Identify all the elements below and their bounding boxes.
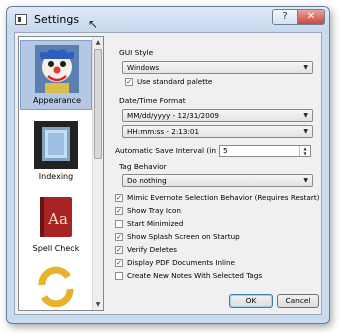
tag-behavior-dropdown[interactable]: Do nothing ▼ xyxy=(122,174,313,187)
time-format-dropdown[interactable]: HH:mm:ss - 2:13:01 ▼ xyxy=(122,125,313,138)
datetime-label: Date/Time Format xyxy=(119,96,186,105)
settings-window: Settings ? ✕ Appearance Indexing Aa Spel… xyxy=(6,6,330,324)
dialog-body: Appearance Indexing Aa Spell Check ▲ ▼ G… xyxy=(14,32,322,315)
sidebar-item-appearance[interactable]: Appearance xyxy=(20,40,92,110)
title-bar[interactable]: Settings ? ✕ xyxy=(7,7,329,32)
sidebar-item-spell-check[interactable]: Aa Spell Check xyxy=(20,189,92,259)
mouse-cursor-icon: ↖ xyxy=(88,17,99,31)
sidebar-item-indexing[interactable]: Indexing xyxy=(20,117,92,187)
chevron-down-icon: ▼ xyxy=(303,112,308,119)
window-title: Settings xyxy=(34,13,80,26)
close-button[interactable]: ✕ xyxy=(297,9,325,25)
option-label: Show Tray Icon xyxy=(127,206,181,215)
settings-category-list: Appearance Indexing Aa Spell Check ▲ ▼ xyxy=(18,36,104,311)
option-checkbox[interactable]: ✓ xyxy=(115,207,123,215)
dictionary-icon: Aa xyxy=(40,197,72,237)
option-checkbox[interactable]: ✓ xyxy=(115,194,123,202)
sidebar-item-label: Indexing xyxy=(38,172,74,181)
glass-tile-icon xyxy=(34,121,78,169)
use-palette-label: Use standard palette xyxy=(137,77,213,86)
clown-icon xyxy=(35,45,79,93)
sync-arrows-icon xyxy=(38,266,74,307)
ok-button[interactable]: OK xyxy=(229,294,273,308)
sidebar-item-label: Spell Check xyxy=(32,244,80,253)
option-label: Show Splash Screen on Startup xyxy=(127,232,240,241)
option-checkbox[interactable]: ✓ xyxy=(115,233,123,241)
option-checkbox[interactable] xyxy=(115,272,123,280)
option-checkbox[interactable]: ✓ xyxy=(115,246,123,254)
option-label: Create New Notes With Selected Tags xyxy=(127,271,263,280)
window-app-icon xyxy=(15,14,27,25)
gui-style-label: GUI Style xyxy=(119,48,154,57)
gui-style-value: Windows xyxy=(127,63,160,72)
spin-arrows-icon[interactable]: ▲ ▼ xyxy=(299,146,310,156)
option-label: Display PDF Documents Inline xyxy=(127,258,235,267)
gui-style-dropdown[interactable]: Windows ▼ xyxy=(122,61,313,74)
use-palette-checkbox[interactable]: ✓ xyxy=(125,78,133,86)
tag-behavior-value: Do nothing xyxy=(127,176,167,185)
tag-behavior-label: Tag Behavior xyxy=(119,162,167,171)
option-label: Mimic Evernote Selection Behavior (Requi… xyxy=(127,193,320,202)
sidebar-item-sync[interactable] xyxy=(20,255,92,310)
chevron-down-icon: ▼ xyxy=(303,128,308,135)
cancel-button[interactable]: Cancel xyxy=(277,294,319,308)
scroll-down-icon[interactable]: ▼ xyxy=(93,299,103,310)
chevron-down-icon: ▼ xyxy=(303,64,308,71)
sidebar-scrollbar[interactable]: ▲ ▼ xyxy=(92,37,103,310)
scroll-thumb[interactable] xyxy=(94,49,102,159)
scroll-up-icon[interactable]: ▲ xyxy=(93,37,103,48)
sidebar-item-label: Appearance xyxy=(32,96,82,105)
date-format-value: MM/dd/yyyy - 12/31/2009 xyxy=(127,111,219,120)
time-format-value: HH:mm:ss - 2:13:01 xyxy=(127,127,200,136)
help-button[interactable]: ? xyxy=(272,9,298,25)
option-label: Start Minimized xyxy=(127,219,184,228)
option-checkbox[interactable] xyxy=(115,220,123,228)
option-label: Verify Deletes xyxy=(127,245,178,254)
autosave-interval-spinbox[interactable]: 5 ▲ ▼ xyxy=(219,145,311,157)
option-checkbox[interactable]: ✓ xyxy=(115,259,123,267)
chevron-down-icon: ▼ xyxy=(303,177,308,184)
svg-text:Aa: Aa xyxy=(47,210,68,228)
autosave-value: 5 xyxy=(223,146,228,155)
date-format-dropdown[interactable]: MM/dd/yyyy - 12/31/2009 ▼ xyxy=(122,109,313,122)
